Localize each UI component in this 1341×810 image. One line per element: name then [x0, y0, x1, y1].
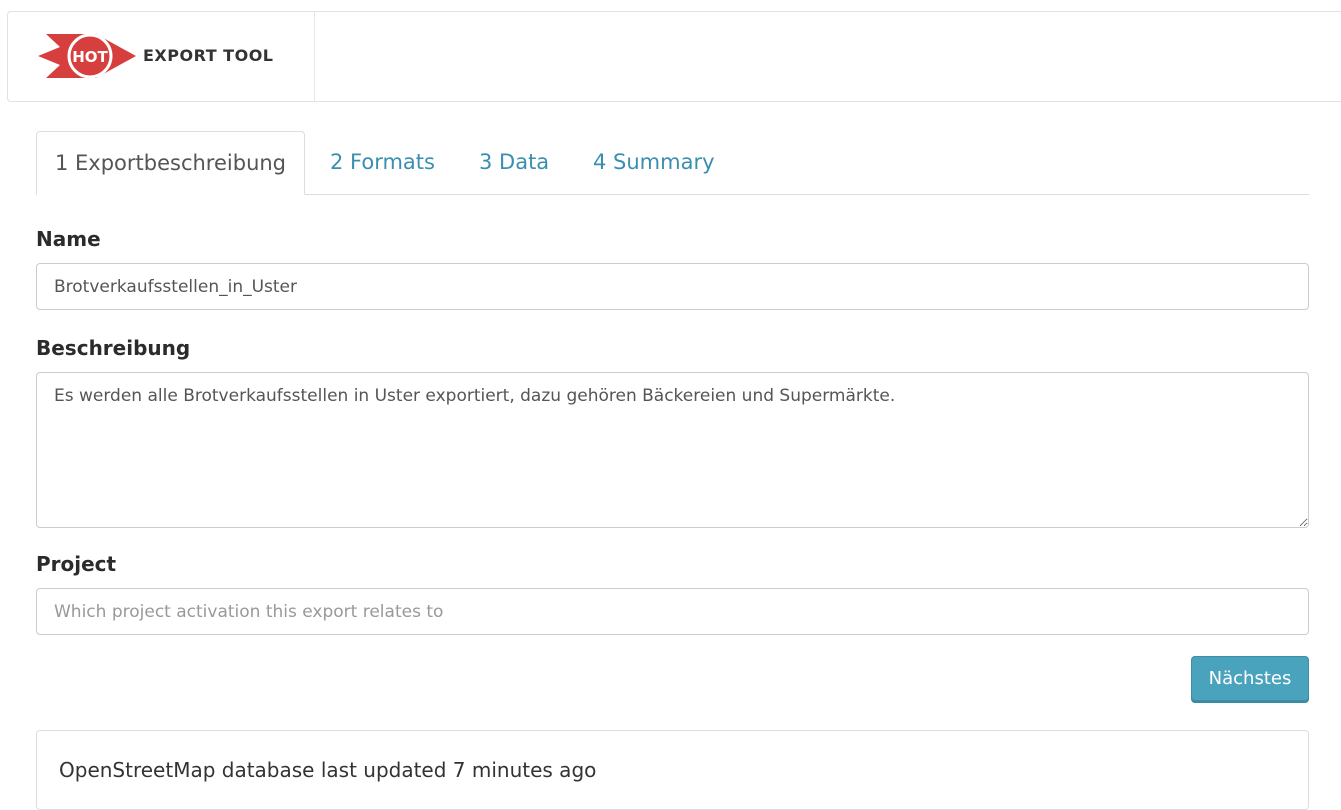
brand-logo-link[interactable]: HOT EXPORT TOOL: [8, 12, 315, 101]
project-label: Project: [36, 552, 117, 576]
next-button[interactable]: Nächstes: [1191, 656, 1309, 701]
description-textarea[interactable]: Es werden alle Brotverkaufsstellen in Us…: [36, 372, 1309, 528]
brand-mark: HOT: [72, 48, 108, 66]
tab-exportbeschreibung[interactable]: 1 Exportbeschreibung: [36, 131, 305, 195]
hot-logo-icon: HOT: [38, 33, 136, 79]
brand-name: EXPORT TOOL: [143, 46, 274, 65]
database-status-text: OpenStreetMap database last updated 7 mi…: [59, 758, 597, 782]
name-input[interactable]: [36, 263, 1309, 310]
tab-data[interactable]: 3 Data: [479, 131, 549, 195]
status-panel: OpenStreetMap database last updated 7 mi…: [36, 730, 1309, 810]
name-label: Name: [36, 227, 101, 251]
wizard-tabs: 1 Exportbeschreibung 2 Formats 3 Data 4 …: [36, 131, 1309, 195]
description-label: Beschreibung: [36, 336, 191, 360]
top-navbar: HOT EXPORT TOOL: [7, 11, 1341, 102]
project-input[interactable]: [36, 588, 1309, 635]
tab-formats[interactable]: 2 Formats: [330, 131, 435, 195]
tab-summary[interactable]: 4 Summary: [593, 131, 715, 195]
